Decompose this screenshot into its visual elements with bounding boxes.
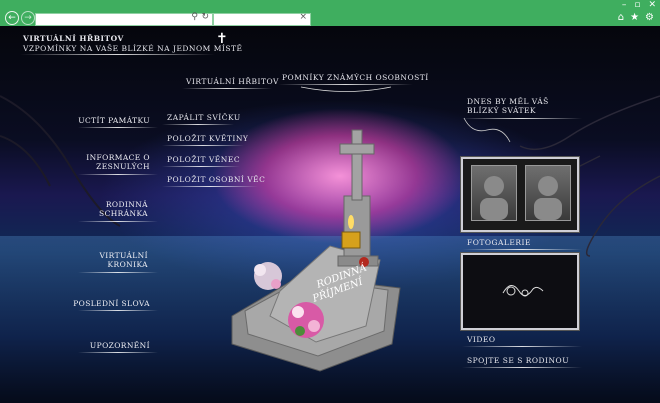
nav-virtual-cemetery[interactable]: VIRTUÁLNÍ HŘBITOV (186, 77, 279, 86)
submenu-divider (162, 124, 234, 125)
refresh-icon[interactable]: ↻ (201, 12, 209, 22)
gear-icon[interactable]: ⚙ (645, 12, 654, 23)
menu-last-words[interactable]: Poslední slova (60, 299, 150, 308)
submenu-divider (162, 186, 258, 187)
right-divider (462, 367, 582, 368)
search-icon[interactable]: ⚲ (191, 12, 198, 22)
menu-divider (78, 272, 158, 273)
site-title[interactable]: VIRTUÁLNÍ HŘBITOV (23, 34, 124, 43)
menu-divider (78, 352, 158, 353)
tab-close-icon[interactable]: × (299, 12, 307, 22)
video-link[interactable]: VIDEO (467, 335, 496, 344)
menu-notice[interactable]: UPOZORNĚNÍ (60, 341, 150, 350)
right-divider (462, 346, 582, 347)
home-icon[interactable]: ⌂ (618, 12, 624, 23)
nav-famous-monuments[interactable]: Pomníky známých osobností (282, 73, 429, 82)
submenu-light-candle[interactable]: ZAPÁLIT SVÍČKU (167, 113, 241, 122)
menu-divider (78, 310, 158, 311)
nav-divider (182, 88, 272, 89)
person-silhouette-icon (534, 176, 562, 220)
menu-honor-memory[interactable]: UCTÍT PAMÁTKU (60, 116, 150, 125)
menu-deceased-info[interactable]: INFORMACE O ZESNULÝCH (60, 153, 150, 171)
birthday-notice[interactable]: DNES BY MĚL VÁŠ BLÍZKÝ SVÁTEK (467, 97, 557, 115)
right-divider (462, 249, 582, 250)
menu-divider (78, 127, 158, 128)
contact-family-link[interactable]: SPOJTE SE S RODINOU (467, 356, 569, 365)
submenu-place-wreath[interactable]: POLOŽIT VĚNEC (167, 155, 240, 164)
submenu-place-personal-item[interactable]: POLOŽIT OSOBNÍ VĚC (167, 175, 265, 184)
star-icon[interactable]: ★ (630, 12, 639, 23)
menu-divider (78, 221, 158, 222)
portrait-photo[interactable] (471, 165, 517, 221)
browser-window: – ▫ ✕ ← → ⚲ ↻ × ⌂ ★ ⚙ RODINNÁ PŘÍJMENÍ V… (0, 0, 660, 403)
minimize-icon[interactable]: – (622, 0, 627, 10)
video-frame[interactable] (461, 253, 579, 330)
menu-divider (78, 174, 158, 175)
portrait-frame[interactable] (461, 157, 579, 232)
maximize-icon[interactable]: ▫ (634, 0, 640, 10)
window-controls: – ▫ ✕ (622, 0, 656, 10)
close-window-icon[interactable]: ✕ (648, 0, 656, 10)
gallery-link[interactable]: FOTOGALERIE (467, 238, 531, 247)
menu-virtual-chronicle[interactable]: VIRTUÁLNÍ KRONIKA (88, 251, 148, 269)
ornament-icon (463, 117, 511, 143)
header-divider (20, 54, 215, 55)
ornament-icon (502, 285, 544, 297)
portrait-photo[interactable] (525, 165, 571, 221)
site-subtitle: VZPOMÍNKY NA VAŠE BLÍZKÉ NA JEDNOM MÍSTĚ (23, 44, 243, 53)
menu-family-box[interactable]: RODINNÁ SCHRÁNKA (88, 200, 148, 218)
forward-arrow-icon[interactable]: → (21, 11, 35, 25)
back-arrow-icon[interactable]: ← (5, 11, 19, 25)
submenu-place-flowers[interactable]: POLOŽIT KVĚTINY (167, 134, 248, 143)
person-silhouette-icon (480, 176, 508, 220)
grave-monument[interactable] (231, 129, 401, 372)
browser-tools: ⌂ ★ ⚙ (618, 12, 654, 23)
submenu-divider (162, 166, 240, 167)
address-bar[interactable]: ⚲ ↻ (35, 12, 213, 26)
browser-tab[interactable]: × (213, 12, 311, 26)
browser-toolbar: – ▫ ✕ ← → ⚲ ↻ × ⌂ ★ ⚙ (0, 0, 660, 26)
ornament-icon (300, 86, 392, 92)
submenu-divider (162, 145, 244, 146)
cross-icon: ✝ (216, 31, 228, 47)
